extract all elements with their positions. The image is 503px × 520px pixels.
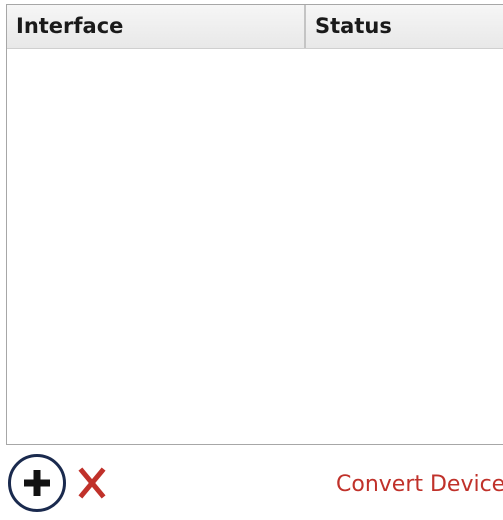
convert-devices-link[interactable]: Convert Devices [336, 469, 503, 501]
add-interface-button[interactable] [8, 454, 66, 512]
remove-interface-button[interactable] [78, 467, 106, 499]
interfaces-table: Interface Status [6, 4, 503, 445]
table-header: Interface Status [7, 5, 503, 49]
column-header-status[interactable]: Status [306, 5, 503, 48]
close-x-icon [78, 467, 106, 499]
plus-icon [24, 470, 50, 496]
column-header-interface[interactable]: Interface [7, 5, 306, 48]
table-body[interactable] [7, 49, 503, 444]
